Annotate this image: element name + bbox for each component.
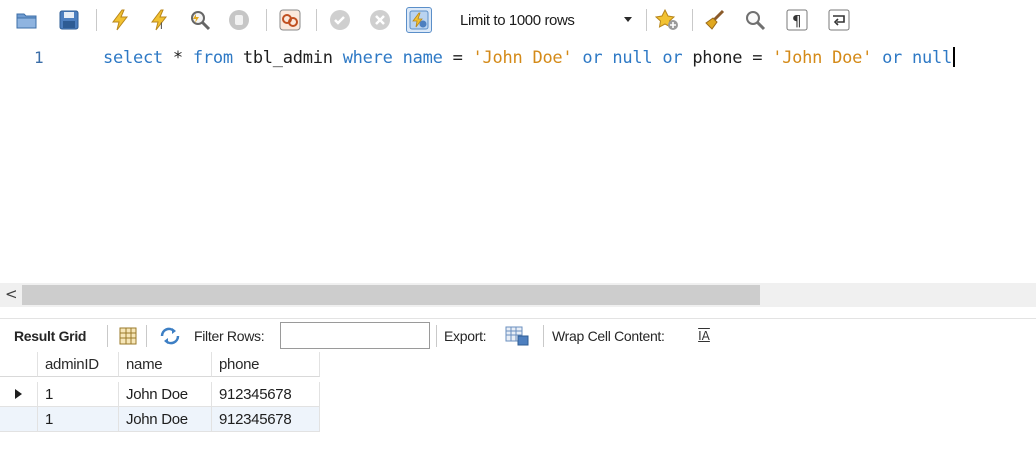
- row-indicator[interactable]: [0, 407, 38, 432]
- sql-code-line[interactable]: select * from tbl_admin where name = 'Jo…: [103, 47, 955, 68]
- stop-hand-icon[interactable]: [226, 7, 252, 33]
- toolbar-divider: [316, 9, 317, 31]
- beautify-broom-icon[interactable]: [702, 7, 728, 33]
- execute-current-lightning-icon[interactable]: I: [147, 7, 173, 33]
- current-row-arrow-icon: [15, 389, 22, 399]
- table-row[interactable]: 1 John Doe 912345678: [0, 382, 320, 407]
- toggle-autocommit-icon[interactable]: [277, 7, 303, 33]
- row-header-corner: [0, 352, 38, 377]
- sql-text: phone =: [682, 48, 773, 68]
- filter-rows-label: Filter Rows:: [194, 328, 265, 344]
- chevron-down-icon: [624, 17, 632, 22]
- filter-rows-input[interactable]: [280, 322, 430, 349]
- export-icon[interactable]: [505, 324, 529, 348]
- sql-string: 'John Doe': [472, 48, 573, 68]
- scroll-left-arrow[interactable]: <: [5, 285, 18, 303]
- toolbar-divider: [107, 325, 108, 347]
- line-number: 1: [34, 48, 44, 67]
- sql-keyword: null: [612, 48, 653, 68]
- sql-keyword: select: [103, 48, 163, 68]
- table-cell[interactable]: John Doe: [119, 382, 212, 407]
- sql-keyword: from: [192, 48, 233, 68]
- grid-header-row: adminID name phone: [0, 352, 320, 377]
- explain-magnifier-icon[interactable]: [187, 7, 213, 33]
- save-icon[interactable]: [56, 7, 82, 33]
- svg-text:I: I: [160, 22, 163, 31]
- svg-text:¶: ¶: [792, 12, 802, 30]
- column-header-phone[interactable]: phone: [212, 352, 320, 377]
- column-header-name[interactable]: name: [119, 352, 212, 377]
- column-header-adminid[interactable]: adminID: [38, 352, 119, 377]
- toolbar-divider: [436, 325, 437, 347]
- sql-keyword: or: [582, 48, 603, 68]
- toolbar-divider: [543, 325, 544, 347]
- sql-text: =: [442, 48, 473, 68]
- wrap-cell-content-icon[interactable]: IA: [692, 324, 716, 348]
- row-indicator[interactable]: [0, 382, 38, 407]
- open-folder-icon[interactable]: [14, 7, 40, 33]
- stop-on-error-icon[interactable]: [406, 7, 432, 33]
- execute-lightning-icon[interactable]: [107, 7, 133, 33]
- sql-keyword: where: [342, 48, 393, 68]
- commit-check-icon[interactable]: [327, 7, 353, 33]
- table-cell[interactable]: 1: [38, 382, 119, 407]
- table-cell[interactable]: John Doe: [119, 407, 212, 432]
- grid-view-icon[interactable]: [116, 324, 140, 348]
- result-grid-tab[interactable]: Result Grid: [14, 328, 86, 344]
- toolbar-divider: [266, 9, 267, 31]
- toolbar-divider: [146, 325, 147, 347]
- table-cell[interactable]: 912345678: [212, 382, 320, 407]
- invisible-chars-pilcrow-icon[interactable]: ¶: [784, 7, 810, 33]
- wrap-lines-icon[interactable]: [826, 7, 852, 33]
- wrap-cell-content-label: Wrap Cell Content:: [552, 328, 665, 344]
- table-cell[interactable]: 1: [38, 407, 119, 432]
- sql-keyword: or: [882, 48, 903, 68]
- rollback-x-icon[interactable]: [367, 7, 393, 33]
- sql-text: *: [162, 48, 193, 68]
- add-snippet-star-icon[interactable]: [654, 7, 680, 33]
- toolbar-divider: [96, 9, 97, 31]
- text-cursor: [953, 47, 955, 67]
- toolbar-divider: [692, 9, 693, 31]
- result-toolbar: Result Grid Filter Rows: Export: Wrap Ce…: [0, 318, 1036, 352]
- limit-rows-label: Limit to 1000 rows: [460, 12, 575, 29]
- export-label: Export:: [444, 328, 487, 344]
- sql-editor-toolbar: I Limit to 1000 rows ¶: [0, 0, 1036, 42]
- sql-keyword: or: [662, 48, 683, 68]
- editor-horizontal-scrollbar[interactable]: <: [0, 283, 1036, 307]
- sql-text: tbl_admin: [232, 48, 343, 68]
- refresh-arrows-icon[interactable]: [158, 324, 182, 348]
- scrollbar-thumb[interactable]: [22, 285, 760, 305]
- sql-keyword: name: [402, 48, 443, 68]
- sql-string: 'John Doe': [772, 48, 873, 68]
- find-magnifier-icon[interactable]: [742, 7, 768, 33]
- sql-editor[interactable]: 1 select * from tbl_admin where name = '…: [0, 42, 1036, 282]
- table-row[interactable]: 1 John Doe 912345678: [0, 407, 320, 432]
- toolbar-divider: [646, 9, 647, 31]
- sql-keyword: null: [912, 48, 952, 68]
- limit-rows-select[interactable]: Limit to 1000 rows: [449, 6, 638, 35]
- table-cell[interactable]: 912345678: [212, 407, 320, 432]
